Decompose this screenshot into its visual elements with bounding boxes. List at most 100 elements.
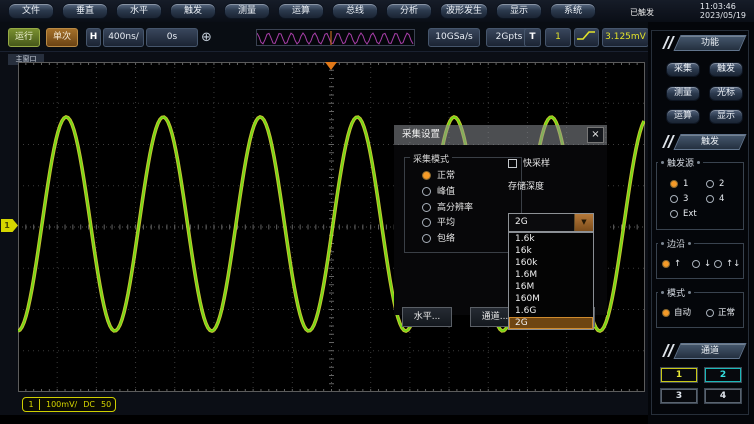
mode-auto-label: 自动: [674, 309, 691, 318]
radio-envelope[interactable]: [422, 234, 431, 243]
memory-depth-label: 存储深度: [508, 182, 544, 192]
memory-depth-dropdown: 1.6k 16k 160k 1.6M 16M 160M 1.6G 2G: [508, 232, 594, 330]
panel-trigger-button[interactable]: 触发: [709, 62, 743, 77]
vertical-scale: 100mV/: [46, 400, 77, 409]
source-1-label: 1: [683, 180, 688, 189]
horizontal-button[interactable]: H: [86, 28, 101, 47]
acquire-settings-dialog: 采集设置 × 采集模式 正常 峰值 高分辨率 平均 包络 快采样 存储深度 2G…: [394, 125, 607, 315]
panel-cursor-button[interactable]: 光标: [709, 86, 743, 101]
toolbar: 运行 单次 H 400ns/ 0s ⊕ 10GSa/s 2Gpts T 1 3.…: [0, 22, 648, 52]
impedance: 50: [101, 400, 111, 409]
menu-math[interactable]: 运算: [278, 3, 324, 19]
close-icon[interactable]: ×: [587, 127, 604, 143]
channel1-ground-marker[interactable]: 1: [1, 219, 18, 232]
edge-fall-radio[interactable]: [692, 260, 700, 268]
panel-measure-button[interactable]: 测量: [666, 86, 700, 101]
source-4-radio[interactable]: [706, 195, 714, 203]
panel-math-button[interactable]: 运算: [666, 109, 700, 124]
badge-divider: [39, 399, 40, 410]
menu-display[interactable]: 显示: [496, 3, 542, 19]
depth-option[interactable]: 1.6M: [509, 269, 593, 281]
timebase-button[interactable]: 400ns/: [103, 28, 144, 47]
trigger-level-button[interactable]: 3.125mV: [602, 28, 649, 47]
edge-rise-label: ↑: [674, 260, 681, 269]
trigger-status-text: 已触发: [630, 7, 654, 18]
channel-3-button[interactable]: 3: [660, 388, 698, 404]
edge-both-radio[interactable]: [714, 260, 722, 268]
fast-sample-label: 快采样: [523, 159, 550, 169]
side-panel: 功能 采集 触发 测量 光标 运算 显示 触发 触发源 1 2 3 4 Ext …: [648, 22, 754, 424]
mode-auto-radio[interactable]: [662, 309, 670, 317]
menu-vertical[interactable]: 垂直: [62, 3, 108, 19]
depth-option[interactable]: 1.6G: [509, 305, 593, 317]
trigger-section-tab[interactable]: 触发: [673, 134, 746, 150]
trigger-source-button[interactable]: 1: [545, 28, 571, 47]
depth-option[interactable]: 160k: [509, 257, 593, 269]
channel-tab-label: 通道: [678, 344, 742, 358]
edge-both-label: ↑↓: [726, 260, 740, 269]
zoom-icon[interactable]: ⊕: [201, 31, 215, 45]
channel1-badge[interactable]: 1 100mV/ DC 50: [22, 397, 116, 412]
radio-hires[interactable]: [422, 203, 431, 212]
menu-file[interactable]: 文件: [8, 3, 54, 19]
trigger-tab-label: 触发: [678, 135, 742, 149]
radio-normal-label: 正常: [437, 171, 455, 181]
radio-hires-label: 高分辨率: [437, 203, 473, 213]
trigger-t-button[interactable]: T: [524, 28, 541, 47]
memory-depth-combobox[interactable]: 2G ▼: [508, 213, 594, 232]
menu-horizontal[interactable]: 水平: [116, 3, 162, 19]
channel-section-tab[interactable]: 通道: [673, 343, 746, 359]
single-button[interactable]: 单次: [46, 28, 78, 47]
source-4-label: 4: [719, 195, 724, 204]
depth-option[interactable]: 1.6k: [509, 233, 593, 245]
radio-envelope-label: 包络: [437, 234, 455, 244]
menu-system[interactable]: 系统: [550, 3, 596, 19]
depth-option[interactable]: 16M: [509, 281, 593, 293]
horizontal-offset-button[interactable]: 0s: [146, 28, 198, 47]
menu-wavegen[interactable]: 波形发生: [440, 3, 488, 19]
edge-label: 边沿: [658, 237, 694, 250]
radio-average-label: 平均: [437, 218, 455, 228]
depth-option-selected[interactable]: 2G: [509, 317, 593, 329]
sample-rate-button[interactable]: 10GSa/s: [428, 28, 480, 47]
menu-analysis[interactable]: 分析: [386, 3, 432, 19]
edge-rise-radio[interactable]: [662, 260, 670, 268]
source-3-label: 3: [683, 195, 688, 204]
radio-normal[interactable]: [422, 171, 431, 180]
menu-bus[interactable]: 总线: [332, 3, 378, 19]
time-text: 11:03:46: [700, 2, 746, 11]
date-text: 2023/05/19: [700, 11, 746, 20]
depth-option[interactable]: 16k: [509, 245, 593, 257]
horizontal-settings-button[interactable]: 水平...: [402, 307, 452, 327]
trigger-slope-button[interactable]: [574, 28, 599, 47]
channel-1-button[interactable]: 1: [660, 367, 698, 383]
channel-2-button[interactable]: 2: [704, 367, 742, 383]
mode-label: 模式: [658, 286, 694, 299]
radio-peak[interactable]: [422, 187, 431, 196]
preview-waveform: [257, 30, 414, 45]
source-ext-label: Ext: [683, 210, 697, 219]
radio-average[interactable]: [422, 218, 431, 227]
panel-acquire-button[interactable]: 采集: [666, 62, 700, 77]
rising-edge-icon: [576, 29, 597, 42]
oscilloscope-app: 文件 垂直 水平 触发 测量 运算 总线 分析 波形发生 显示 系统 已触发 1…: [0, 0, 754, 424]
fast-sample-checkbox[interactable]: [508, 159, 517, 168]
source-3-radio[interactable]: [670, 195, 678, 203]
menu-trigger[interactable]: 触发: [170, 3, 216, 19]
trigger-position-marker[interactable]: [325, 62, 337, 70]
panel-display-button[interactable]: 显示: [709, 109, 743, 124]
waveform-preview-strip[interactable]: [256, 29, 415, 46]
dialog-titlebar[interactable]: 采集设置: [394, 125, 607, 145]
source-1-radio[interactable]: [670, 180, 678, 188]
source-2-radio[interactable]: [706, 180, 714, 188]
acquire-mode-label: 采集模式: [410, 152, 452, 165]
function-tab[interactable]: 功能: [673, 35, 746, 51]
run-button[interactable]: 运行: [8, 28, 40, 47]
channel-4-button[interactable]: 4: [704, 388, 742, 404]
depth-option[interactable]: 160M: [509, 293, 593, 305]
combo-dropdown-icon[interactable]: ▼: [574, 214, 593, 231]
menu-measure[interactable]: 测量: [224, 3, 270, 19]
source-2-label: 2: [719, 180, 724, 189]
source-ext-radio[interactable]: [670, 210, 678, 218]
mode-normal-radio[interactable]: [706, 309, 714, 317]
